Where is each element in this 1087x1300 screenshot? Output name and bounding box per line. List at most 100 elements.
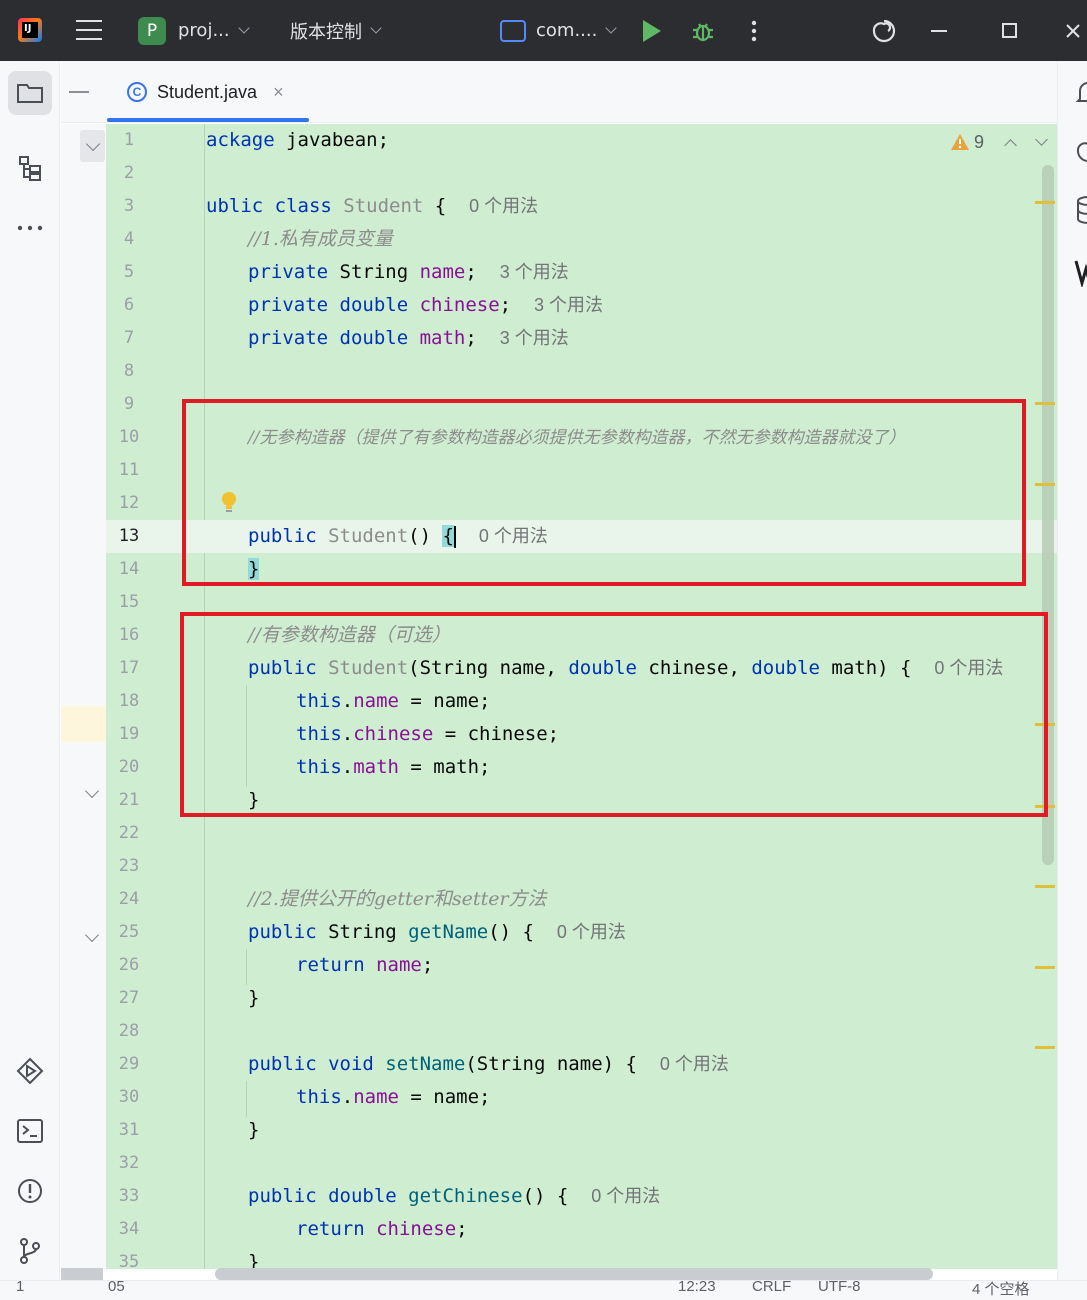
- project-badge: P: [138, 16, 166, 45]
- project-widget[interactable]: P proj...: [138, 0, 250, 61]
- chevron-down-icon: [85, 136, 101, 152]
- left-tool-strip: [0, 61, 60, 1280]
- code-line: 30 this.name = name;: [118, 1086, 491, 1108]
- annotation-box-arg-constructor: [180, 612, 1048, 817]
- annotation-box-no-arg-constructor: [182, 399, 1026, 586]
- code-line: 23: [118, 856, 140, 876]
- code-line: 34 return chinese;: [118, 1218, 468, 1240]
- more-tools-button[interactable]: [8, 206, 52, 250]
- inspection-widget[interactable]: 9: [950, 130, 1048, 154]
- status-fragment[interactable]: 1: [16, 1278, 24, 1295]
- vcs-label: 版本控制: [290, 21, 362, 43]
- chevron-down-icon: [605, 22, 618, 34]
- chevron-down-icon: [237, 22, 250, 34]
- title-bar: IJ P proj... 版本控制 com....: [0, 0, 1087, 61]
- git-tool-button[interactable]: [8, 1229, 52, 1273]
- terminal-tool-button[interactable]: [8, 1109, 52, 1153]
- maven-icon: [1074, 260, 1087, 287]
- usage-hint[interactable]: 3 个用法: [500, 328, 569, 348]
- warning-icon: [951, 134, 969, 150]
- chevron-down-icon: [370, 22, 382, 34]
- status-bar: 1 05 12:23 CRLF UTF-8 4 个空格: [0, 1278, 1087, 1300]
- ai-assistant-button[interactable]: [870, 0, 898, 61]
- status-indent[interactable]: 4 个空格: [972, 1278, 1030, 1299]
- usage-hint[interactable]: 3 个用法: [534, 295, 603, 315]
- chevron-up-icon[interactable]: [1004, 138, 1017, 152]
- warning-marker[interactable]: [1035, 201, 1055, 204]
- warning-marker[interactable]: [1035, 885, 1055, 888]
- spiral-icon: [872, 19, 896, 42]
- git-branch-icon: [20, 1238, 40, 1264]
- maven-tool-button[interactable]: [1072, 257, 1087, 287]
- editor-tab-bar: C Student.java ×: [61, 61, 1057, 123]
- code-line: 7 private double math; 3 个用法: [123, 327, 569, 349]
- ai-tool-button[interactable]: [1074, 137, 1087, 165]
- tab-filename: Student.java: [157, 81, 258, 102]
- fold-toggle-button[interactable]: [80, 130, 105, 162]
- database-tool-button[interactable]: [1074, 195, 1087, 225]
- main-menu-button[interactable]: [76, 0, 102, 61]
- code-line: 28: [118, 1021, 140, 1041]
- notifications-tool-button[interactable]: [1074, 79, 1087, 107]
- usage-hint[interactable]: 0 个用法: [557, 922, 626, 942]
- project-name: proj...: [178, 20, 230, 41]
- usage-hint[interactable]: 0 个用法: [660, 1054, 729, 1074]
- code-line: 4//1.私有成员变量: [123, 228, 393, 250]
- terminal-icon: [17, 1119, 43, 1143]
- status-line-separator[interactable]: CRLF: [752, 1278, 791, 1295]
- code-line: 3 ublic class Student { 0 个用法: [123, 195, 539, 217]
- minimize-button[interactable]: [919, 0, 959, 61]
- gutter-bottom-bar: [61, 1268, 103, 1280]
- close-window-button[interactable]: [1058, 0, 1087, 61]
- code-line: 1 ackage javabean;: [123, 129, 390, 151]
- usage-hint[interactable]: 3 个用法: [500, 262, 569, 282]
- maximize-icon: [1001, 23, 1017, 38]
- tab-close-icon[interactable]: ×: [273, 82, 284, 103]
- code-line: 22: [118, 823, 140, 843]
- code-line: 8: [123, 361, 135, 381]
- more-actions-button[interactable]: [750, 0, 758, 61]
- run-config-widget[interactable]: com....: [500, 0, 618, 61]
- database-icon: [1077, 196, 1087, 224]
- more-horizontal-icon: [17, 225, 43, 231]
- usage-hint[interactable]: 0 个用法: [469, 196, 538, 216]
- code-line: 26 return name;: [118, 954, 434, 976]
- right-tool-strip: [1057, 61, 1087, 1280]
- project-tool-button[interactable]: [8, 71, 52, 115]
- editor-gutter: [61, 124, 106, 1269]
- code-line: 5 private String name; 3 个用法: [123, 261, 569, 283]
- chevron-down-icon[interactable]: [1035, 132, 1048, 146]
- collapse-panel-icon[interactable]: [69, 91, 89, 93]
- close-icon: [1065, 23, 1080, 38]
- status-encoding[interactable]: UTF-8: [818, 1278, 861, 1295]
- code-line: 24//2.提供公开的getter和setter方法: [118, 888, 547, 910]
- structure-tool-button[interactable]: [8, 146, 52, 190]
- tab-student-java[interactable]: C Student.java ×: [107, 61, 309, 123]
- usage-hint[interactable]: 0 个用法: [591, 1186, 660, 1206]
- maximize-button[interactable]: [989, 0, 1029, 61]
- status-cursor-position[interactable]: 12:23: [678, 1278, 716, 1295]
- services-icon: [16, 1057, 44, 1085]
- code-line: 6 private double chinese; 3 个用法: [123, 294, 604, 316]
- problems-icon: [18, 1179, 42, 1203]
- fold-arrow-icon[interactable]: [84, 783, 100, 799]
- run-button[interactable]: [643, 0, 661, 61]
- code-line: 32: [118, 1153, 140, 1173]
- warning-marker[interactable]: [1035, 966, 1055, 969]
- code-line: 31}: [118, 1119, 260, 1141]
- more-vertical-icon: [751, 20, 757, 41]
- bug-icon: [693, 22, 713, 41]
- warning-marker[interactable]: [1035, 402, 1055, 405]
- services-tool-button[interactable]: [8, 1049, 52, 1093]
- active-tab-indicator: [107, 118, 309, 122]
- code-line: 29 public void setName(String name) { 0 个…: [118, 1053, 729, 1075]
- warning-marker[interactable]: [1035, 1046, 1055, 1049]
- intellij-logo-icon[interactable]: IJ: [18, 18, 42, 42]
- fold-arrow-icon[interactable]: [84, 927, 100, 943]
- debug-button[interactable]: [690, 0, 716, 61]
- problems-tool-button[interactable]: [8, 1169, 52, 1213]
- status-fragment[interactable]: 05: [108, 1278, 125, 1295]
- warning-marker[interactable]: [1035, 483, 1055, 486]
- vcs-widget[interactable]: 版本控制: [290, 0, 382, 61]
- code-line: 2: [123, 163, 135, 183]
